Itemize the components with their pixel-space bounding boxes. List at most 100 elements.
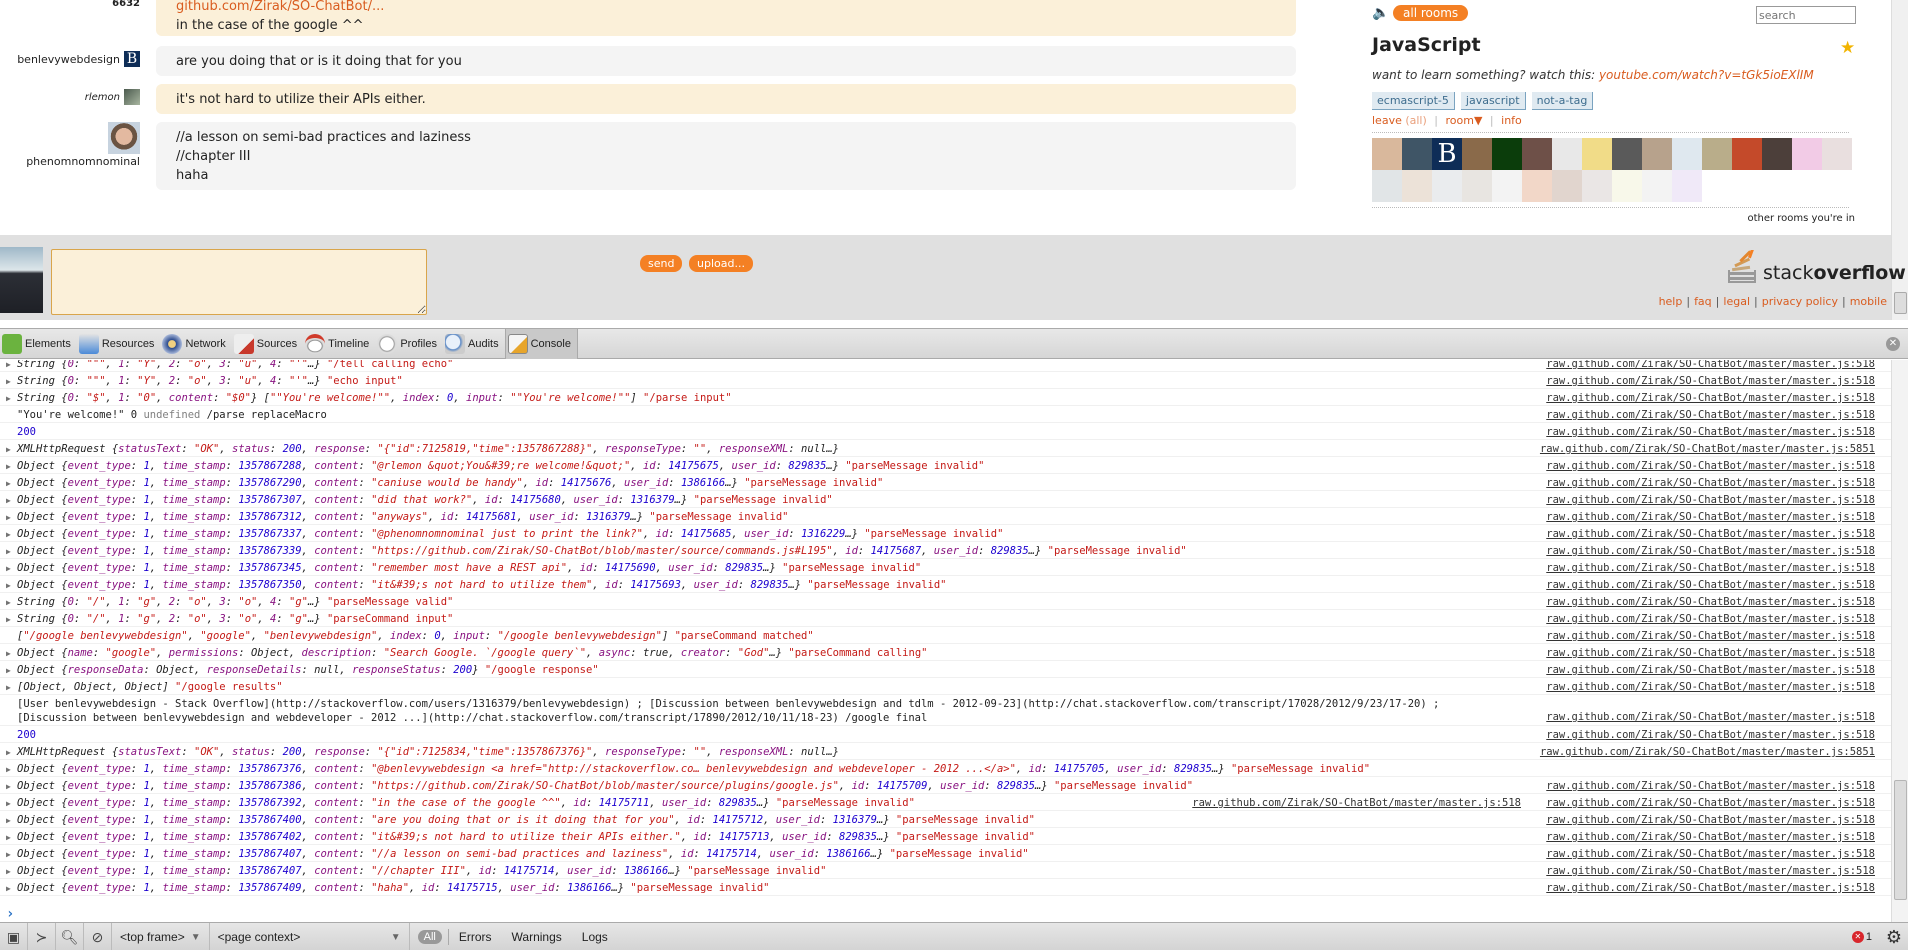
user-avatar[interactable]: [1432, 170, 1462, 202]
user-avatar[interactable]: [1552, 138, 1582, 170]
user-avatar[interactable]: [1732, 138, 1762, 170]
user-avatar[interactable]: [1672, 170, 1702, 202]
faq-link[interactable]: faq: [1694, 295, 1712, 308]
source-link[interactable]: raw.github.com/Zirak/SO-ChatBot/master/m…: [1546, 847, 1875, 861]
tab-sources[interactable]: Sources: [232, 329, 303, 359]
filter-all[interactable]: All: [417, 930, 442, 944]
user-avatar[interactable]: [1402, 170, 1432, 202]
expand-triangle-icon[interactable]: ▶: [6, 477, 11, 491]
source-link[interactable]: raw.github.com/Zirak/SO-ChatBot/master/m…: [1546, 459, 1875, 473]
tab-resources[interactable]: Resources: [77, 329, 161, 359]
filter-warnings[interactable]: Warnings: [502, 930, 572, 944]
source-link[interactable]: raw.github.com/Zirak/SO-ChatBot/master/m…: [1546, 663, 1875, 677]
expand-triangle-icon[interactable]: ▶: [6, 443, 11, 457]
tag-ecmascript-5[interactable]: ecmascript-5: [1372, 92, 1455, 110]
room-menu-link[interactable]: room▼: [1446, 114, 1483, 127]
source-link[interactable]: raw.github.com/Zirak/SO-ChatBot/master/m…: [1546, 493, 1875, 507]
tab-audits[interactable]: Audits: [443, 329, 505, 359]
info-link[interactable]: info: [1501, 114, 1522, 127]
search-icon[interactable]: 🔍︎: [56, 922, 84, 950]
expand-triangle-icon[interactable]: ▶: [6, 613, 11, 627]
expand-triangle-icon[interactable]: ▶: [6, 528, 11, 542]
user-avatar[interactable]: [1462, 138, 1492, 170]
tab-console[interactable]: Console: [504, 328, 578, 359]
source-link[interactable]: raw.github.com/Zirak/SO-ChatBot/master/m…: [1546, 476, 1875, 490]
expand-triangle-icon[interactable]: ▶: [6, 865, 11, 879]
legal-link[interactable]: legal: [1723, 295, 1750, 308]
source-link[interactable]: raw.github.com/Zirak/SO-ChatBot/master/m…: [1546, 612, 1875, 626]
user-avatar[interactable]: [1702, 170, 1732, 202]
expand-triangle-icon[interactable]: ▶: [6, 814, 11, 828]
upload-button[interactable]: upload...: [689, 255, 753, 272]
tag-javascript[interactable]: javascript: [1460, 92, 1526, 110]
source-link[interactable]: raw.github.com/Zirak/SO-ChatBot/master/m…: [1546, 680, 1875, 694]
expand-triangle-icon[interactable]: ▶: [6, 596, 11, 610]
show-drawer-icon[interactable]: ≻: [28, 922, 56, 950]
user-avatar[interactable]: [1372, 138, 1402, 170]
source-link[interactable]: raw.github.com/Zirak/SO-ChatBot/master/m…: [1546, 813, 1875, 827]
expand-triangle-icon[interactable]: ▶: [6, 579, 11, 593]
clear-console-icon[interactable]: ⊘: [84, 922, 112, 950]
source-link[interactable]: raw.github.com/Zirak/SO-ChatBot/master/m…: [1546, 561, 1875, 575]
avatar[interactable]: [108, 122, 140, 154]
gear-icon[interactable]: ⚙: [1886, 927, 1902, 948]
source-link[interactable]: raw.github.com/Zirak/SO-ChatBot/master/m…: [1546, 864, 1875, 878]
user-avatar[interactable]: [1582, 138, 1612, 170]
user-avatar[interactable]: [1552, 170, 1582, 202]
source-link[interactable]: raw.github.com/Zirak/SO-ChatBot/master/m…: [1546, 881, 1875, 895]
user-avatar[interactable]: [1612, 138, 1642, 170]
source-link[interactable]: raw.github.com/Zirak/SO-ChatBot/master/m…: [1540, 745, 1875, 759]
message-author[interactable]: 6632: [112, 0, 140, 9]
expand-triangle-icon[interactable]: ▶: [6, 375, 11, 389]
user-avatar[interactable]: [1612, 170, 1642, 202]
source-link[interactable]: raw.github.com/Zirak/SO-ChatBot/master/m…: [1546, 374, 1875, 388]
user-avatar[interactable]: [1462, 170, 1492, 202]
avatar[interactable]: [124, 89, 140, 105]
error-counter[interactable]: ✕ 1: [1851, 931, 1872, 943]
dock-toggle-icon[interactable]: ▣: [0, 922, 28, 950]
source-link[interactable]: raw.github.com/Zirak/SO-ChatBot/master/m…: [1546, 360, 1875, 371]
tab-network[interactable]: Network: [160, 329, 231, 359]
tab-timeline[interactable]: Timeline: [303, 329, 375, 359]
source-link[interactable]: raw.github.com/Zirak/SO-ChatBot/master/m…: [1546, 710, 1875, 724]
user-avatar[interactable]: [1792, 138, 1822, 170]
source-link[interactable]: raw.github.com/Zirak/SO-ChatBot/master/m…: [1546, 391, 1875, 405]
console-scrollbar[interactable]: [1891, 360, 1908, 922]
expand-triangle-icon[interactable]: ▶: [6, 647, 11, 661]
leave-link[interactable]: leave: [1372, 114, 1402, 127]
expand-triangle-icon[interactable]: ▶: [6, 681, 11, 695]
message-input[interactable]: [51, 249, 427, 315]
context-select[interactable]: <page context> ▼: [210, 922, 410, 950]
message-author[interactable]: phenomnomnominal: [26, 155, 140, 168]
search-input[interactable]: [1756, 6, 1856, 24]
user-avatar[interactable]: [1582, 170, 1612, 202]
page-scrollbar-thumb[interactable]: [1894, 292, 1907, 314]
avatar[interactable]: B: [124, 51, 140, 67]
source-link[interactable]: raw.github.com/Zirak/SO-ChatBot/master/m…: [1546, 629, 1875, 643]
source-link[interactable]: raw.github.com/Zirak/SO-ChatBot/master/m…: [1546, 544, 1875, 558]
user-avatar[interactable]: [1822, 138, 1852, 170]
expand-triangle-icon[interactable]: ▶: [6, 664, 11, 678]
help-link[interactable]: help: [1659, 295, 1683, 308]
expand-triangle-icon[interactable]: ▶: [6, 831, 11, 845]
source-link[interactable]: raw.github.com/Zirak/SO-ChatBot/master/m…: [1192, 796, 1521, 810]
mobile-link[interactable]: mobile: [1850, 295, 1887, 308]
all-rooms-button[interactable]: all rooms: [1393, 5, 1469, 21]
message-author[interactable]: benlevywebdesign: [17, 53, 120, 66]
source-link[interactable]: raw.github.com/Zirak/SO-ChatBot/master/m…: [1546, 425, 1875, 439]
sound-icon[interactable]: 🔈: [1372, 5, 1389, 21]
source-link[interactable]: raw.github.com/Zirak/SO-ChatBot/master/m…: [1546, 527, 1875, 541]
frame-select[interactable]: <top frame> ▼: [112, 922, 210, 950]
expand-triangle-icon[interactable]: ▶: [6, 797, 11, 811]
source-link[interactable]: raw.github.com/Zirak/SO-ChatBot/master/m…: [1546, 830, 1875, 844]
user-avatar[interactable]: [1642, 138, 1672, 170]
expand-triangle-icon[interactable]: ▶: [6, 392, 11, 406]
expand-triangle-icon[interactable]: ▶: [6, 511, 11, 525]
tab-profiles[interactable]: Profiles: [375, 329, 443, 359]
user-avatar[interactable]: [1372, 170, 1402, 202]
source-link[interactable]: raw.github.com/Zirak/SO-ChatBot/master/m…: [1546, 595, 1875, 609]
source-link[interactable]: raw.github.com/Zirak/SO-ChatBot/master/m…: [1540, 442, 1875, 456]
source-link[interactable]: raw.github.com/Zirak/SO-ChatBot/master/m…: [1546, 408, 1875, 422]
console-prompt-icon[interactable]: ›: [0, 906, 14, 922]
source-link[interactable]: raw.github.com/Zirak/SO-ChatBot/master/m…: [1546, 796, 1875, 810]
